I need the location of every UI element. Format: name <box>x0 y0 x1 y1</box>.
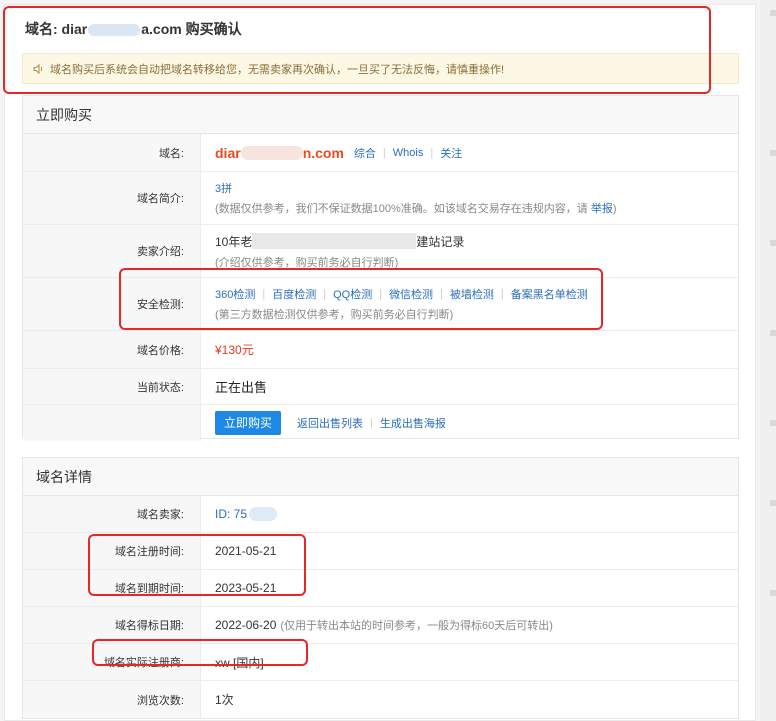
check-blocked[interactable]: 被墙检测 <box>450 286 494 302</box>
seller-intro-row: 卖家介绍: 10年老 建站记录 (介绍仅供参考，购买前务必自行判断) <box>23 225 738 278</box>
security-row: 安全检测: 360检测 | 百度检测 | QQ检测 | 微信检测 | 被墙检测 … <box>23 278 738 331</box>
price-value: ¥130元 <box>215 343 254 357</box>
masked-region <box>252 233 417 249</box>
page-title-prefix: 域名: diar <box>25 21 88 37</box>
seller-id-link[interactable]: ID: 75 <box>215 507 247 521</box>
reg-date-value: 2021-05-21 <box>215 544 277 558</box>
speaker-icon <box>33 63 43 74</box>
intro-label: 域名简介: <box>23 172 201 224</box>
win-date-label: 域名得标日期: <box>23 607 201 643</box>
win-date-value: 2022-06-20 <box>215 618 277 632</box>
notice-banner: 域名购买后系统会自动把域名转移给您，无需卖家再次确认，一旦买了无法反悔，请慎重操… <box>22 53 739 84</box>
masked-region <box>88 24 141 37</box>
security-label: 安全检测: <box>23 278 201 330</box>
masked-region <box>240 145 303 160</box>
price-row: 域名价格: ¥130元 <box>23 331 738 369</box>
price-label: 域名价格: <box>23 331 201 368</box>
registrar-label: 域名实际注册商: <box>23 644 201 680</box>
link-follow[interactable]: 关注 <box>440 145 462 161</box>
reg-date-row: 域名注册时间: 2021-05-21 <box>23 533 738 570</box>
buy-section-title: 立即购买 <box>23 96 738 134</box>
main-card: 域名: diar a.com 购买确认 域名购买后系统会自动把域名转移给您，无需卖… <box>4 4 756 721</box>
exp-date-label: 域名到期时间: <box>23 570 201 606</box>
status-row: 当前状态: 正在出售 <box>23 369 738 405</box>
detail-section-title: 域名详情 <box>23 458 738 496</box>
actions-row: 立即购买 返回出售列表 | 生成出售海报 <box>23 405 738 441</box>
views-row: 浏览次数: 1次 <box>23 681 738 718</box>
status-value: 正在出售 <box>215 380 268 395</box>
exp-date-value: 2023-05-21 <box>215 581 277 595</box>
win-date-note: (仅用于转出本站的时间参考，一般为得标60天后可转出) <box>280 620 553 632</box>
exp-date-row: 域名到期时间: 2023-05-21 <box>23 570 738 607</box>
check-wechat[interactable]: 微信检测 <box>389 286 433 302</box>
seller-intro-suffix: 建站记录 <box>416 234 465 249</box>
security-note: (第三方数据检测仅供参考，购买前务必自行判断) <box>215 309 454 321</box>
views-label: 浏览次数: <box>23 681 201 718</box>
registrar-row: 域名实际注册商: xw [国内] <box>23 644 738 681</box>
win-date-row: 域名得标日期: 2022-06-20 (仅用于转出本站的时间参考，一般为得标60天… <box>23 607 738 644</box>
buy-section: 立即购买 域名: diar n.com 综合 | Whois | 关注 域名简介:… <box>22 95 739 441</box>
check-blacklist[interactable]: 备案黑名单检测 <box>511 286 588 302</box>
generate-poster-link[interactable]: 生成出售海报 <box>380 415 446 431</box>
intro-note: (数据仅供参考，我们不保证数据100%准确。如该域名交易存在违规内容，请 举报) <box>215 203 617 215</box>
intro-row: 域名简介: 3拼 (数据仅供参考，我们不保证数据100%准确。如该域名交易存在违… <box>23 172 738 225</box>
seller-intro-label: 卖家介绍: <box>23 225 201 277</box>
page-title-suffix: a.com 购买确认 <box>141 21 242 37</box>
right-scroll-rail[interactable] <box>760 0 776 721</box>
status-label: 当前状态: <box>23 369 201 404</box>
page-title: 域名: diar a.com 购买确认 <box>25 19 242 39</box>
seller-intro-prefix: 10年老 <box>215 234 253 249</box>
link-overview[interactable]: 综合 <box>354 145 376 161</box>
domain-name: diar <box>215 144 241 161</box>
masked-region <box>249 507 278 521</box>
registrar-value: xw [国内] <box>215 655 264 670</box>
domain-label: 域名: <box>23 134 201 171</box>
views-value: 1次 <box>215 693 234 707</box>
report-link[interactable]: 举报 <box>591 203 613 215</box>
domain-row: 域名: diar n.com 综合 | Whois | 关注 <box>23 134 738 172</box>
reg-date-label: 域名注册时间: <box>23 533 201 569</box>
link-whois[interactable]: Whois <box>393 147 424 159</box>
domain-name-suffix: n.com <box>302 144 344 161</box>
detail-seller-row: 域名卖家: ID: 75 <box>23 496 738 533</box>
check-baidu[interactable]: 百度检测 <box>272 286 316 302</box>
intro-value: 3拼 <box>215 183 233 195</box>
detail-seller-label: 域名卖家: <box>23 496 201 532</box>
seller-intro-note: (介绍仅供参考，购买前务必自行判断) <box>215 256 399 269</box>
check-360[interactable]: 360检测 <box>215 286 255 302</box>
back-to-list-link[interactable]: 返回出售列表 <box>297 415 363 431</box>
detail-section: 域名详情 域名卖家: ID: 75 域名注册时间: 2021-05-21 域名到… <box>22 457 739 719</box>
check-qq[interactable]: QQ检测 <box>333 286 372 302</box>
notice-text: 域名购买后系统会自动把域名转移给您，无需卖家再次确认，一旦买了无法反悔，请慎重操… <box>50 63 505 76</box>
buy-button[interactable]: 立即购买 <box>215 411 281 435</box>
